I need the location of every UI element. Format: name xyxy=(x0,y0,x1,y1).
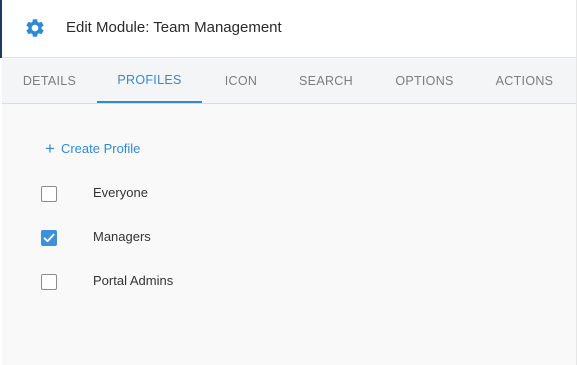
profile-label: Portal Admins xyxy=(93,273,174,288)
profile-checkbox-portal-admins[interactable] xyxy=(41,274,57,290)
list-item: Everyone xyxy=(41,184,148,204)
create-profile-label: Create Profile xyxy=(60,141,141,156)
tab-icon[interactable]: ICON xyxy=(202,58,280,103)
profiles-panel: + Create Profile Everyone Managers Porta… xyxy=(2,104,577,365)
profile-label: Managers xyxy=(93,229,151,244)
create-profile-button[interactable]: + Create Profile xyxy=(45,138,141,158)
profile-checkbox-managers[interactable] xyxy=(41,230,57,246)
tab-profiles[interactable]: PROFILES xyxy=(97,58,202,103)
checkmark-icon xyxy=(43,233,55,243)
profile-checkbox-everyone[interactable] xyxy=(41,186,57,202)
page-title: Edit Module: Team Management xyxy=(66,19,282,36)
profile-label: Everyone xyxy=(93,185,148,200)
tab-options[interactable]: OPTIONS xyxy=(372,58,477,103)
tab-actions[interactable]: ACTIONS xyxy=(477,58,572,103)
tab-search[interactable]: SEARCH xyxy=(280,58,372,103)
tab-details[interactable]: DETAILS xyxy=(2,58,97,103)
list-item: Portal Admins xyxy=(41,272,173,292)
plus-icon: + xyxy=(45,138,55,158)
list-item: Managers xyxy=(41,228,151,248)
module-header: Edit Module: Team Management xyxy=(2,0,577,58)
gear-icon xyxy=(26,19,44,37)
tab-bar: DETAILS PROFILES ICON SEARCH OPTIONS ACT… xyxy=(2,58,577,104)
